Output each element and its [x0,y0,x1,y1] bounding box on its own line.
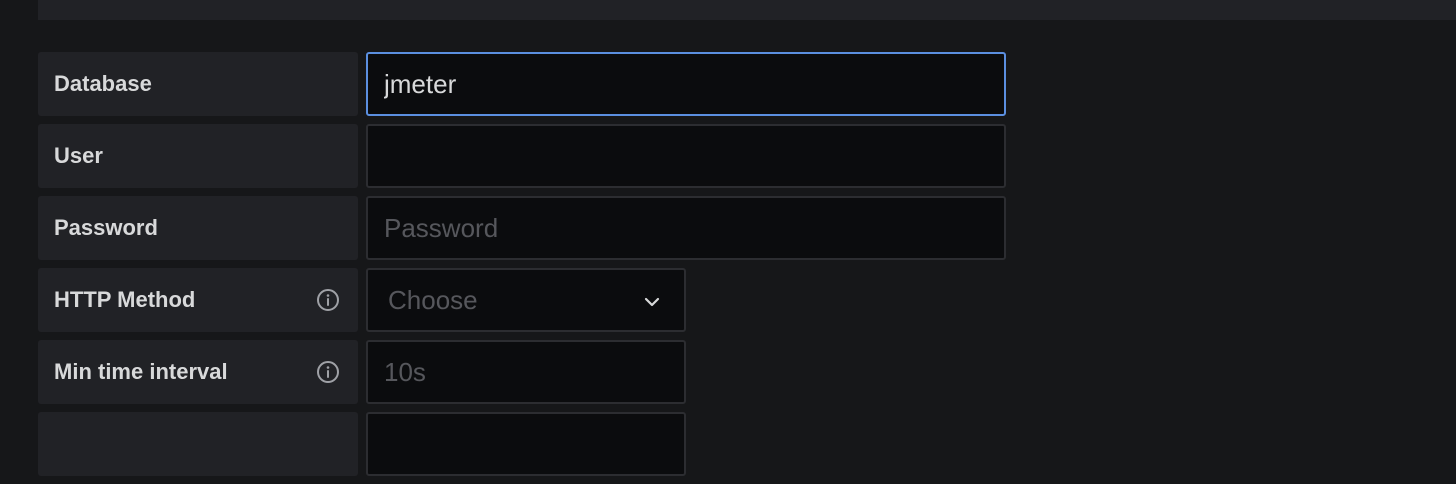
http-method-label: HTTP Method [54,287,196,312]
database-label: Database [38,52,358,116]
min-time-interval-label-box: Min time interval [38,340,358,404]
min-time-interval-input[interactable] [366,340,686,404]
next-row-label [38,412,358,476]
info-icon[interactable] [316,288,340,312]
database-input[interactable] [366,52,1006,116]
http-method-select[interactable]: Choose [366,268,686,332]
http-method-label-box: HTTP Method [38,268,358,332]
min-time-interval-label: Min time interval [54,359,228,384]
user-input[interactable] [366,124,1006,188]
header-band [38,0,1456,20]
password-input[interactable] [366,196,1006,260]
user-label: User [38,124,358,188]
next-row-input[interactable] [366,412,686,476]
http-method-select-value: Choose [388,284,478,315]
info-icon[interactable] [316,360,340,384]
password-label: Password [38,196,358,260]
chevron-down-icon [644,297,660,307]
